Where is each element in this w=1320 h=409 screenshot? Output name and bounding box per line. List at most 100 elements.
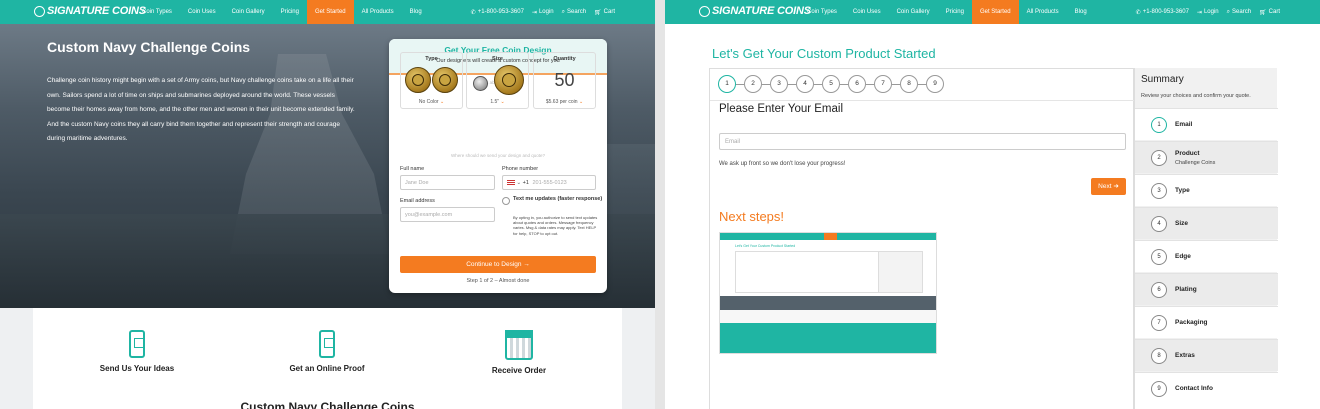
nav-item-coin-types[interactable]: Coin Types bbox=[799, 0, 845, 24]
nav-item-blog[interactable]: Blog bbox=[402, 0, 430, 24]
nav-item-pricing[interactable]: Pricing bbox=[273, 0, 307, 24]
summary-title: Summary bbox=[1141, 74, 1184, 85]
nav-item-blog[interactable]: Blog bbox=[1067, 0, 1095, 24]
summary-step-label: Size bbox=[1175, 220, 1189, 227]
step-circle-1[interactable]: 1 bbox=[718, 75, 736, 93]
how-step-online-proof: Get an Online Proof bbox=[274, 330, 380, 373]
size-option[interactable]: Size 1.5" ⌄ bbox=[466, 52, 529, 109]
logo[interactable]: SIGNATURE COINS bbox=[699, 5, 811, 17]
chevron-down-icon: ⌄ bbox=[500, 99, 505, 105]
nav-menu: Coin Types Coin Uses Coin Gallery Pricin… bbox=[799, 0, 1095, 24]
summary-step-number: 5 bbox=[1151, 249, 1167, 265]
summary-step-number: 4 bbox=[1151, 216, 1167, 232]
login-label: Login bbox=[538, 9, 554, 15]
summary-step-label: Contact Info bbox=[1175, 385, 1213, 392]
how-step-label: Get an Online Proof bbox=[289, 364, 365, 373]
summary-step-number: 7 bbox=[1151, 315, 1167, 331]
summary-step-label: Product bbox=[1175, 150, 1200, 157]
phone-icon: ✆ bbox=[470, 9, 476, 16]
summary-step-number: 8 bbox=[1151, 348, 1167, 364]
step-circle-2[interactable]: 2 bbox=[744, 75, 762, 93]
summary-row-contact-info[interactable]: 9 Contact Info bbox=[1135, 372, 1278, 409]
step-circle-9[interactable]: 9 bbox=[926, 75, 944, 93]
summary-row-plating[interactable]: 6 Plating bbox=[1135, 273, 1278, 305]
nav-item-coin-uses[interactable]: Coin Uses bbox=[180, 0, 224, 24]
email-input[interactable]: you@example.com bbox=[400, 207, 495, 222]
nav-item-coin-gallery[interactable]: Coin Gallery bbox=[889, 0, 938, 24]
form-hint-mid: Where should we send your design and quo… bbox=[450, 153, 546, 158]
quantity-option[interactable]: Quantity 50 $5.63 per coin ⌄ bbox=[533, 52, 596, 109]
summary-step-label: Edge bbox=[1175, 253, 1191, 260]
summary-subtitle: Review your choices and confirm your quo… bbox=[1141, 93, 1251, 99]
us-flag-icon[interactable] bbox=[507, 180, 515, 186]
cart-label: Cart bbox=[603, 9, 615, 15]
type-option[interactable]: Type No Color ⌄ bbox=[400, 52, 463, 109]
sms-opt-in-checkbox[interactable] bbox=[502, 197, 510, 205]
step-circle-8[interactable]: 8 bbox=[900, 75, 918, 93]
step-circle-5[interactable]: 5 bbox=[822, 75, 840, 93]
logo[interactable]: SIGNATURE COINS bbox=[34, 5, 146, 17]
summary-row-edge[interactable]: 5 Edge bbox=[1135, 240, 1278, 272]
summary-row-type[interactable]: 3 Type bbox=[1135, 174, 1278, 206]
summary-row-size[interactable]: 4 Size bbox=[1135, 207, 1278, 239]
hero-title: Custom Navy Challenge Coins bbox=[47, 39, 251, 55]
nav-item-get-started[interactable]: Get Started bbox=[971, 0, 1019, 24]
how-step-receive-order: Receive Order bbox=[466, 330, 572, 375]
top-nav: SIGNATURE COINS Coin Types Coin Uses Coi… bbox=[0, 0, 655, 24]
email-input[interactable]: Email bbox=[719, 133, 1126, 150]
cart-icon: 🛒︎ bbox=[594, 9, 602, 16]
phone-number: +1-800-953-3607 bbox=[477, 9, 524, 15]
cart-link[interactable]: 🛒︎ Cart bbox=[1259, 9, 1280, 16]
how-step-send-ideas: Send Us Your Ideas bbox=[84, 330, 190, 373]
coin-image bbox=[432, 67, 458, 93]
nav-item-coin-gallery[interactable]: Coin Gallery bbox=[224, 0, 273, 24]
continue-to-design-button[interactable]: Continue to Design → bbox=[400, 256, 596, 273]
name-input[interactable]: Jane Doe bbox=[400, 175, 495, 190]
nav-item-pricing[interactable]: Pricing bbox=[938, 0, 972, 24]
cart-link[interactable]: 🛒︎ Cart bbox=[594, 9, 615, 16]
phone-link[interactable]: ✆ +1-800-953-3607 bbox=[471, 9, 524, 16]
type-value: No Color ⌄ bbox=[401, 99, 462, 105]
type-label: Type bbox=[425, 56, 438, 62]
phone-input[interactable]: ⌄ +1 201-555-0123 bbox=[502, 175, 596, 190]
arrow-right-circle-icon: ➜ bbox=[1113, 183, 1119, 190]
step-circle-3[interactable]: 3 bbox=[770, 75, 788, 93]
nav-utilities: ✆ +1-800-953-3607 ⇥ Login ⌕ Search 🛒︎ Cart bbox=[1136, 0, 1280, 24]
login-link[interactable]: ⇥ Login bbox=[532, 9, 554, 16]
nav-item-all-products[interactable]: All Products bbox=[354, 0, 402, 24]
phone-number: +1-800-953-3607 bbox=[1142, 9, 1189, 15]
nav-item-get-started[interactable]: Get Started bbox=[306, 0, 354, 24]
summary-row-extras[interactable]: 8 Extras bbox=[1135, 339, 1278, 371]
step-circle-6[interactable]: 6 bbox=[848, 75, 866, 93]
logo-seal-icon bbox=[699, 5, 710, 17]
search-link[interactable]: ⌕ Search bbox=[1227, 9, 1251, 16]
quantity-label: Quantity bbox=[553, 56, 576, 62]
summary-step-label: Type bbox=[1175, 187, 1190, 194]
nav-item-all-products[interactable]: All Products bbox=[1019, 0, 1067, 24]
sms-legal-text: By opting in, you authorize to send text… bbox=[513, 215, 598, 236]
step-circle-7[interactable]: 7 bbox=[874, 75, 892, 93]
step-circle-4[interactable]: 4 bbox=[796, 75, 814, 93]
login-label: Login bbox=[1203, 9, 1219, 15]
panel-divider bbox=[655, 0, 665, 409]
login-link[interactable]: ⇥ Login bbox=[1197, 9, 1219, 16]
size-value: 1.5" ⌄ bbox=[467, 99, 528, 105]
chevron-down-icon: ⌄ bbox=[439, 99, 445, 105]
phone-label: Phone number bbox=[502, 166, 539, 172]
summary-row-packaging[interactable]: 7 Packaging bbox=[1135, 306, 1278, 338]
nav-item-coin-uses[interactable]: Coin Uses bbox=[845, 0, 889, 24]
search-link[interactable]: ⌕ Search bbox=[562, 9, 586, 16]
cart-icon: 🛒︎ bbox=[1259, 9, 1267, 16]
phone-link[interactable]: ✆ +1-800-953-3607 bbox=[1136, 9, 1189, 16]
summary-row-product[interactable]: 2 Product Challenge Coins bbox=[1135, 141, 1278, 173]
next-button[interactable]: Next ➜ bbox=[1091, 178, 1126, 195]
hero-intro: Challenge coin history might begin with … bbox=[47, 77, 355, 142]
summary-row-email[interactable]: 1 Email bbox=[1135, 108, 1278, 140]
wizard-main: 1 2 3 4 5 6 7 8 9 Please Enter Your Emai… bbox=[709, 68, 1135, 409]
login-icon: ⇥ bbox=[531, 9, 537, 16]
chevron-down-icon: ⌄ bbox=[516, 180, 522, 186]
nav-menu: Coin Types Coin Uses Coin Gallery Pricin… bbox=[134, 0, 430, 24]
nav-item-coin-types[interactable]: Coin Types bbox=[134, 0, 180, 24]
phone-country-code: +1 bbox=[522, 180, 529, 186]
top-nav: SIGNATURE COINS Coin Types Coin Uses Coi… bbox=[665, 0, 1320, 24]
